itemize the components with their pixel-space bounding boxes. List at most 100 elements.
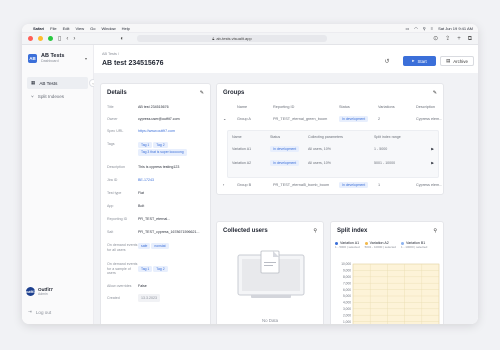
- detail-row-owner: Owner cypress.user@outfit7.com: [107, 117, 204, 122]
- play-icon[interactable]: ▶: [431, 147, 434, 151]
- y-tick-label: 10,000: [341, 262, 351, 266]
- share-icon[interactable]: ⇪: [445, 36, 450, 42]
- back-icon[interactable]: ‹: [66, 36, 68, 42]
- sidebar-item-split-indexes[interactable]: ⑂ Split Indexes: [27, 91, 88, 102]
- logout-button[interactable]: ⇥ Log out: [28, 309, 51, 315]
- table-row[interactable]: ⌄ Group A PR_TEST_eternal_green_boom In …: [223, 115, 443, 122]
- browser-window: Safari File Edit View Go Window Help ▭ ◠…: [22, 24, 478, 324]
- zoom-icon[interactable]: ⚲: [433, 228, 437, 234]
- group-variations: 2: [378, 116, 381, 121]
- menu-file[interactable]: File: [50, 26, 56, 31]
- spec-url-link[interactable]: https://www.outfit7.com: [138, 129, 204, 134]
- zoom-icon[interactable]: ⚲: [313, 228, 317, 234]
- y-tick-label: 2,000: [343, 313, 351, 317]
- detail-label: Owner: [107, 117, 118, 121]
- detail-row-app: App Bolt: [107, 204, 204, 209]
- sidebar-toggle-icon[interactable]: ▯: [58, 36, 61, 42]
- group-reporting-id: PR_TEST_eternal5_bomb_boom: [273, 183, 330, 187]
- edit-groups-icon[interactable]: ✎: [433, 90, 437, 96]
- detail-row-salt: Salt PR_TEST_cypress_1678671596621...: [107, 230, 204, 235]
- menubar-clock[interactable]: Sat Jun 19 9:41 AM: [438, 26, 473, 31]
- avatar: outfit7: [26, 287, 35, 296]
- y-tick-label: 9,000: [343, 269, 351, 273]
- tag-chip: Tag 2: [153, 266, 168, 273]
- battery-icon[interactable]: ▭: [406, 26, 410, 31]
- table-row[interactable]: Variation A1 In development All users, 1…: [232, 146, 434, 152]
- col-description: Description: [416, 105, 435, 109]
- lock-icon: 🔒︎: [212, 36, 215, 41]
- menu-app-name[interactable]: Safari: [33, 26, 44, 31]
- menu-window[interactable]: Window: [101, 26, 115, 31]
- jira-link[interactable]: BE-17243: [138, 178, 204, 183]
- zoom-window-button[interactable]: [48, 36, 53, 41]
- legend-item[interactable]: Variation B1 1 - 10000 | selected: [400, 241, 427, 249]
- variation-name: Variation A2: [232, 161, 252, 165]
- tabs-overview-icon[interactable]: ⧉: [468, 36, 472, 42]
- edit-details-icon[interactable]: ✎: [200, 90, 204, 96]
- detail-value: This is cypress testing123: [138, 165, 180, 169]
- detail-label: Allow overrides: [107, 284, 132, 288]
- group-name: Group A: [237, 116, 251, 121]
- detail-row-on-demand-sample: On demand events for a sample of users T…: [107, 262, 204, 276]
- detail-label: On demand events for a sample of users: [107, 262, 138, 276]
- download-icon[interactable]: ⊙: [433, 36, 438, 42]
- address-bar[interactable]: 🔒︎ ab-tests.visualit.app: [136, 35, 327, 42]
- history-button[interactable]: ↺: [382, 56, 392, 66]
- detail-label: App: [107, 204, 114, 208]
- created-field: 13.3.2023: [138, 294, 160, 302]
- breadcrumb[interactable]: AB Tests /: [102, 52, 119, 56]
- minimize-window-button[interactable]: [38, 36, 43, 41]
- split-index-card: Split index ⚲ Variation A1 1 - 5000 | se…: [330, 221, 444, 324]
- wifi-icon[interactable]: ◠: [414, 26, 418, 31]
- menu-view[interactable]: View: [75, 26, 84, 31]
- menu-go[interactable]: Go: [90, 26, 95, 31]
- sidebar-item-ab-tests[interactable]: ▦ AB Tests: [27, 77, 88, 89]
- y-tick-label: 4,000: [343, 301, 351, 305]
- play-icon: ▸: [412, 58, 415, 63]
- detail-row-reporting-id: Reporting ID PR_TEST_eternal...: [107, 217, 204, 222]
- start-button[interactable]: ▸ Start: [403, 56, 436, 66]
- variations-subtable: Name Status Collecting parameters Split …: [227, 130, 439, 178]
- forward-icon[interactable]: ›: [73, 36, 75, 42]
- sidebar-item-label: AB Tests: [39, 80, 58, 86]
- play-icon[interactable]: ▶: [431, 161, 434, 165]
- legend-item[interactable]: Variation A1 1 - 5000 | selected: [335, 241, 360, 249]
- menu-help[interactable]: Help: [122, 26, 130, 31]
- table-row[interactable]: › Group B PR_TEST_eternal5_bomb_boom In …: [223, 182, 443, 188]
- y-tick-label: 6,000: [343, 288, 351, 292]
- variation-name: Variation A1: [232, 147, 252, 151]
- legend-item[interactable]: Variation A2 5001 - 10000 | selected: [364, 241, 396, 249]
- logout-icon: ⇥: [28, 309, 32, 314]
- app-switcher[interactable]: AB AB Tests Dashboard ▾: [22, 45, 93, 69]
- tag-chip: Tag 2: [153, 142, 168, 149]
- group-variations: 1: [378, 183, 381, 187]
- detail-row-tags: Tags Tag 1 Tag 2 Tag 3 that is super looo…: [107, 142, 204, 157]
- close-window-button[interactable]: [28, 36, 33, 41]
- groups-title: Groups: [223, 90, 245, 96]
- chevron-right-icon[interactable]: ›: [223, 183, 237, 187]
- detail-value: False: [138, 284, 147, 288]
- menu-edit[interactable]: Edit: [63, 26, 70, 31]
- detail-value: Bolt: [138, 204, 145, 208]
- logout-label: Log out: [35, 309, 52, 315]
- variation-params: All users, 10%: [308, 161, 331, 165]
- archive-button[interactable]: ▤ Archive: [440, 56, 474, 66]
- user-profile[interactable]: outfit7 Outfit7 Admin: [26, 287, 53, 296]
- new-tab-icon[interactable]: +: [457, 36, 461, 42]
- tag-chip: safe: [138, 243, 151, 250]
- split-index-chart: 10,000 9,000 8,000 7,000 6,000 5,000 4,000 3,00…: [341, 262, 440, 324]
- shield-icon[interactable]: ◐: [120, 36, 124, 42]
- detail-value: Flat: [138, 191, 144, 195]
- status-badge: In development: [339, 115, 369, 122]
- chevron-down-icon[interactable]: ⌄: [223, 116, 237, 121]
- detail-row-spec-url: Spec URL https://www.outfit7.com: [107, 129, 204, 134]
- search-icon[interactable]: ⚲: [423, 26, 426, 31]
- group-description: Cypress elem...: [416, 183, 443, 187]
- status-badge: In development: [339, 182, 369, 188]
- table-row[interactable]: Variation A2 In development All users, 1…: [232, 160, 434, 166]
- address-text: ab-tests.visualit.app: [216, 36, 252, 41]
- subcol-status: Status: [270, 135, 281, 139]
- detail-value: PR_TEST_eternal...: [138, 217, 171, 221]
- detail-row-created: Created 13.3.2023: [107, 294, 204, 302]
- control-center-icon[interactable]: ≡: [431, 26, 433, 31]
